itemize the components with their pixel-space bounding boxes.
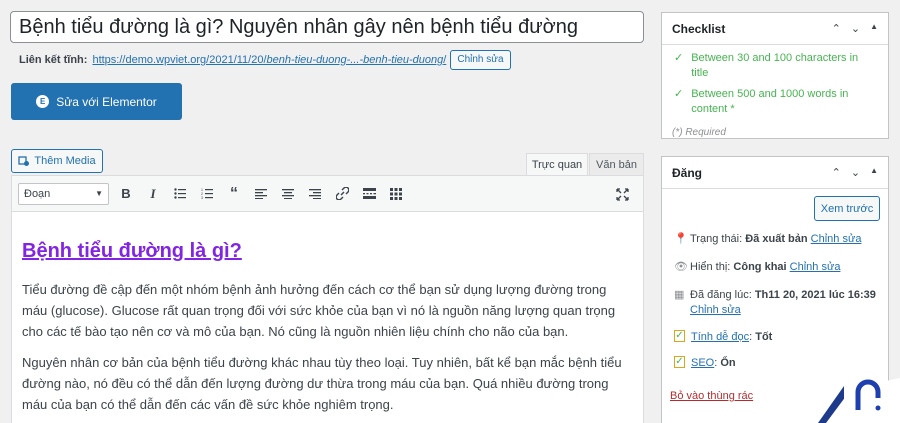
bold-icon[interactable]: B: [113, 181, 139, 207]
checklist-item: ✓ Between 30 and 100 characters in title: [674, 52, 859, 79]
collapse-arrow-icon[interactable]: ▲: [870, 166, 878, 179]
readability-score-icon: ✓: [674, 330, 685, 342]
chevron-up-icon[interactable]: ⌃: [832, 166, 841, 179]
panel-controls: ⌃ ⌄ ▲: [832, 22, 878, 35]
elementor-button-label: Sửa với Elementor: [56, 94, 157, 109]
move-to-trash-link[interactable]: Bỏ vào thùng rác: [670, 390, 753, 402]
format-select-value: Đoạn: [24, 187, 51, 200]
elementor-icon: E: [36, 95, 50, 108]
readability-link[interactable]: Tính dễ đọc: [691, 331, 749, 343]
status-row: 📍 Trạng thái: Đã xuất bản Chỉnh sửa: [674, 233, 862, 245]
permalink-row: Liên kết tĩnh: https://demo.wpviet.org/2…: [19, 49, 511, 71]
collapse-arrow-icon[interactable]: ▲: [870, 22, 878, 35]
fullscreen-icon[interactable]: [609, 181, 635, 207]
checklist-panel: Checklist ⌃ ⌄ ▲ ✓ Between 30 and 100 cha…: [661, 12, 889, 139]
tab-visual[interactable]: Trực quan: [526, 153, 588, 176]
required-note: (*) Required: [672, 127, 726, 138]
editor-toolbar: Đoạn ▼ B I 123 “: [12, 176, 643, 212]
seo-score-icon: ✓: [674, 356, 685, 368]
align-right-icon[interactable]: [302, 181, 328, 207]
chevron-down-icon[interactable]: ⌄: [851, 22, 860, 35]
checklist-item: ✓ Between 500 and 1000 words in content …: [674, 88, 849, 115]
media-icon: [18, 156, 30, 166]
brand-logo-icon: [818, 378, 900, 423]
more-tag-icon[interactable]: [356, 181, 382, 207]
blockquote-icon[interactable]: “: [221, 181, 247, 207]
permalink-label: Liên kết tĩnh:: [19, 54, 88, 66]
calendar-icon: ▦: [674, 289, 685, 301]
pin-icon: 📍: [674, 233, 688, 245]
chevron-up-icon[interactable]: ⌃: [832, 22, 841, 35]
publish-title: Đăng: [672, 165, 702, 180]
status-edit-link[interactable]: Chỉnh sửa: [811, 233, 862, 245]
bullet-list-icon[interactable]: [167, 181, 193, 207]
seo-link[interactable]: SEO: [691, 357, 714, 369]
eye-icon: 👁: [674, 261, 688, 273]
preview-button[interactable]: Xem trước: [814, 196, 880, 221]
date-row: ▦ Đã đăng lúc: Th11 20, 2021 lúc 16:39 Ch…: [674, 289, 876, 316]
add-media-label: Thêm Media: [34, 155, 96, 167]
numbered-list-icon[interactable]: 123: [194, 181, 220, 207]
date-edit-link[interactable]: Chỉnh sửa: [690, 304, 741, 316]
checkmark-icon: ✓: [674, 52, 684, 64]
editor-content[interactable]: Bệnh tiểu đường là gì? Tiểu đường đề cập…: [12, 239, 643, 415]
visibility-row: 👁 Hiển thị: Công khai Chỉnh sửa: [674, 261, 841, 273]
seo-row: ✓ SEO: Ổn: [674, 356, 736, 369]
readability-row: ✓ Tính dễ đọc: Tốt: [674, 330, 773, 343]
panel-controls: ⌃ ⌄ ▲: [832, 166, 878, 179]
editor: Đoạn ▼ B I 123 “ Bệnh tiểu đường là gì? …: [11, 175, 644, 423]
italic-icon[interactable]: I: [140, 181, 166, 207]
add-media-button[interactable]: Thêm Media: [11, 149, 103, 173]
edit-with-elementor-button[interactable]: E Sửa với Elementor: [11, 83, 182, 120]
content-paragraph: Tiểu đường đề cập đến một nhóm bệnh ảnh …: [22, 282, 616, 339]
visibility-edit-link[interactable]: Chỉnh sửa: [790, 261, 841, 273]
permalink-url[interactable]: https://demo.wpviet.org/2021/11/20/benh-…: [92, 54, 446, 66]
chevron-down-icon: ▼: [95, 189, 103, 198]
align-left-icon[interactable]: [248, 181, 274, 207]
publish-header: Đăng ⌃ ⌄ ▲: [662, 157, 888, 189]
align-center-icon[interactable]: [275, 181, 301, 207]
content-heading: Bệnh tiểu đường là gì?: [22, 240, 242, 262]
chevron-down-icon[interactable]: ⌄: [851, 166, 860, 179]
content-paragraph: Nguyên nhân cơ bản của bệnh tiểu đường k…: [22, 355, 622, 412]
checklist-title: Checklist: [672, 21, 726, 36]
checklist-header: Checklist ⌃ ⌄ ▲: [662, 13, 888, 45]
toolbar-toggle-icon[interactable]: [383, 181, 409, 207]
link-icon[interactable]: [329, 181, 355, 207]
permalink-edit-button[interactable]: Chỉnh sửa: [450, 50, 511, 70]
checkmark-icon: ✓: [674, 88, 684, 100]
format-select[interactable]: Đoạn ▼: [18, 182, 109, 205]
tab-text[interactable]: Văn bản: [589, 153, 644, 176]
post-title-input[interactable]: Bệnh tiểu đường là gì? Nguyên nhân gây n…: [10, 11, 644, 43]
svg-text:3: 3: [201, 196, 203, 199]
